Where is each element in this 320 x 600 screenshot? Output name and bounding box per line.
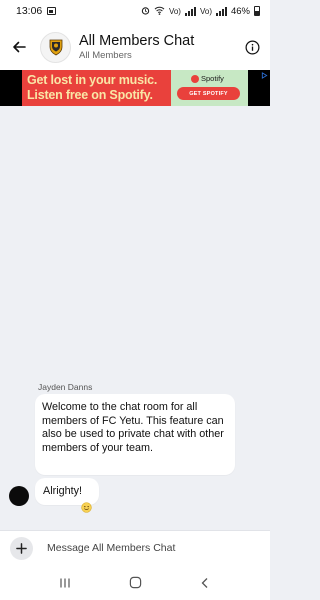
status-right: Vo) Vo) 46% [141,6,260,17]
battery-text: 46% [230,5,250,17]
spotify-brand-text: Spotify [201,74,224,83]
chat-subtitle: All Members [79,49,132,61]
plus-icon [16,542,27,554]
get-spotify-button[interactable]: GET SPOTIFY [177,87,240,100]
system-nav-bar [0,565,270,600]
message-composer [0,530,270,565]
header-titles[interactable]: All Members Chat All Members [79,33,242,62]
status-time: 13:06 [16,5,43,17]
ad-banner[interactable]: Get lost in your music. Listen free on S… [0,70,270,106]
ad-line-1: Get lost in your music. [27,73,158,87]
battery-icon [254,6,260,16]
status-left: 13:06 [16,5,57,17]
recents-button[interactable] [53,571,77,595]
spotify-ad[interactable]: Get lost in your music. Listen free on S… [22,70,248,106]
info-button[interactable] [242,37,262,57]
gallery-icon [47,7,57,15]
home-button[interactable] [123,571,147,595]
ad-choices-icon[interactable] [261,72,268,79]
signal-icon-2 [215,6,227,16]
volte-icon-2: Vo) [199,6,212,16]
message-text: Welcome to the chat room for all members… [42,401,224,454]
info-icon [245,40,259,54]
club-crest-icon [49,39,62,56]
back-button[interactable] [8,36,30,58]
back-chevron-icon [201,577,208,588]
sender-name: Jayden Danns [38,382,93,392]
ad-headline: Get lost in your music. Listen free on S… [27,73,157,103]
spotify-logo: Spotify [191,74,224,83]
add-attachment-button[interactable] [10,536,33,560]
volte-icon: Vo) [168,6,181,16]
back-nav-button[interactable] [193,571,217,595]
message-bubble[interactable]: Welcome to the chat room for all members… [35,394,235,475]
wifi-icon [154,6,165,17]
status-bar: 13:06 Vo) Vo) 46% [0,0,270,22]
signal-icon [184,6,196,16]
chat-title: All Members Chat [79,32,195,49]
arrow-left-icon [13,41,26,53]
message-text-2: Alrighty! [43,485,83,497]
home-icon [129,576,141,589]
message-bubble-2[interactable]: Alrighty! [35,478,99,505]
recents-icon [60,578,70,587]
smile-emoji-icon[interactable] [81,502,92,513]
chat-header: All Members Chat All Members [0,22,270,72]
alarm-icon [141,6,150,17]
ad-cta-panel: Spotify GET SPOTIFY [171,70,248,106]
message-input[interactable] [47,542,260,554]
sender-avatar[interactable] [9,486,29,506]
group-avatar[interactable] [40,31,71,63]
ad-line-2: Listen free on Spotify. [27,88,153,102]
spotify-icon [191,74,199,83]
